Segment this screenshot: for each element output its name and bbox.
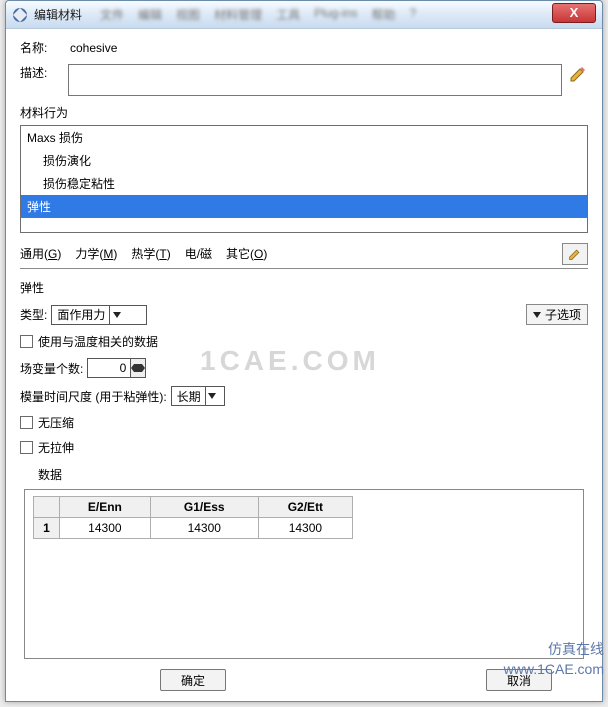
spinner-down[interactable] xyxy=(131,368,145,377)
field-vars-label: 场变量个数: xyxy=(20,360,83,377)
no-compression-checkbox[interactable] xyxy=(20,416,33,429)
menu-item: 编辑 xyxy=(138,6,162,23)
menu-item: 材料管理 xyxy=(214,6,262,23)
type-select[interactable]: 面作用力 xyxy=(51,305,147,325)
data-label: 数据 xyxy=(20,466,588,483)
app-icon xyxy=(12,7,28,23)
data-table[interactable]: E/Enn G1/Ess G2/Ett 1 14300 14300 14300 xyxy=(33,496,353,539)
menu-item: 帮助 xyxy=(371,6,395,23)
row-number: 1 xyxy=(34,518,60,539)
spinner-up[interactable] xyxy=(131,359,145,368)
tab-thermal[interactable]: 热学(T) xyxy=(131,245,170,262)
tab-other[interactable]: 其它(O) xyxy=(226,245,267,262)
tab-em[interactable]: 电/磁 xyxy=(185,245,212,262)
type-value: 面作用力 xyxy=(57,306,105,323)
no-tension-checkbox[interactable] xyxy=(20,441,33,454)
menu-item: 视图 xyxy=(176,6,200,23)
description-label: 描述: xyxy=(20,64,66,81)
no-compression-label: 无压缩 xyxy=(38,414,74,431)
behavior-list[interactable]: Maxs 损伤 损伤演化 损伤稳定粘性 弹性 xyxy=(20,125,588,233)
description-input[interactable] xyxy=(68,64,562,96)
sub-options-label: 子选项 xyxy=(545,306,581,323)
edit-description-button[interactable] xyxy=(568,64,588,84)
col-header: G2/Ett xyxy=(258,497,352,518)
chevron-down-icon xyxy=(205,387,219,405)
titlebar: 编辑材料 文件 编辑 视图 材料管理 工具 Plug-ins 帮助 ? X xyxy=(6,1,602,29)
tab-mechanical[interactable]: 力学(M) xyxy=(75,245,117,262)
corner-cell xyxy=(34,497,60,518)
tab-general[interactable]: 通用(G) xyxy=(20,245,61,262)
cancel-button[interactable]: 取消 xyxy=(486,669,552,691)
menu-item: Plug-ins xyxy=(314,6,357,23)
chevron-down-icon xyxy=(109,306,123,324)
cell[interactable]: 14300 xyxy=(150,518,258,539)
sub-options-button[interactable]: 子选项 xyxy=(526,304,588,325)
table-row[interactable]: 1 14300 14300 14300 xyxy=(34,518,353,539)
menu-item: 工具 xyxy=(276,6,300,23)
type-label: 类型: xyxy=(20,306,47,323)
time-scale-value: 长期 xyxy=(177,388,201,405)
cell[interactable]: 14300 xyxy=(258,518,352,539)
menu-item: 文件 xyxy=(100,6,124,23)
close-icon: X xyxy=(570,5,579,20)
temp-dependent-checkbox[interactable] xyxy=(20,335,33,348)
col-header: G1/Ess xyxy=(150,497,258,518)
temp-dependent-label: 使用与温度相关的数据 xyxy=(38,333,158,350)
ok-button[interactable]: 确定 xyxy=(160,669,226,691)
behavior-item[interactable]: 损伤演化 xyxy=(21,149,587,172)
menubar: 文件 编辑 视图 材料管理 工具 Plug-ins 帮助 ? xyxy=(100,6,416,23)
col-header: E/Enn xyxy=(60,497,151,518)
edit-behavior-button[interactable] xyxy=(562,243,588,265)
dialog-content: 名称: cohesive 描述: 材料行为 Maxs 损伤 损伤演化 损伤稳定粘… xyxy=(6,29,602,701)
behavior-label: 材料行为 xyxy=(20,104,588,121)
time-scale-select[interactable]: 长期 xyxy=(171,386,225,406)
time-scale-label: 模量时间尺度 (用于粘弹性): xyxy=(20,388,167,405)
menu-item: ? xyxy=(409,6,416,23)
field-vars-input[interactable] xyxy=(87,358,131,378)
category-tabs: 通用(G) 力学(M) 热学(T) 电/磁 其它(O) xyxy=(20,245,588,269)
window-title: 编辑材料 xyxy=(34,6,82,23)
no-tension-label: 无拉伸 xyxy=(38,439,74,456)
name-label: 名称: xyxy=(20,39,66,56)
cell[interactable]: 14300 xyxy=(60,518,151,539)
close-button[interactable]: X xyxy=(552,3,596,23)
behavior-item[interactable]: 损伤稳定粘性 xyxy=(21,172,587,195)
data-box: E/Enn G1/Ess G2/Ett 1 14300 14300 14300 xyxy=(24,489,584,659)
elastic-heading: 弹性 xyxy=(20,279,588,296)
behavior-item-selected[interactable]: 弹性 xyxy=(21,195,587,218)
chevron-down-icon xyxy=(533,312,541,318)
name-value: cohesive xyxy=(70,41,117,55)
dialog-window: 编辑材料 文件 编辑 视图 材料管理 工具 Plug-ins 帮助 ? X 名称… xyxy=(5,0,603,702)
behavior-item[interactable]: Maxs 损伤 xyxy=(21,126,587,149)
